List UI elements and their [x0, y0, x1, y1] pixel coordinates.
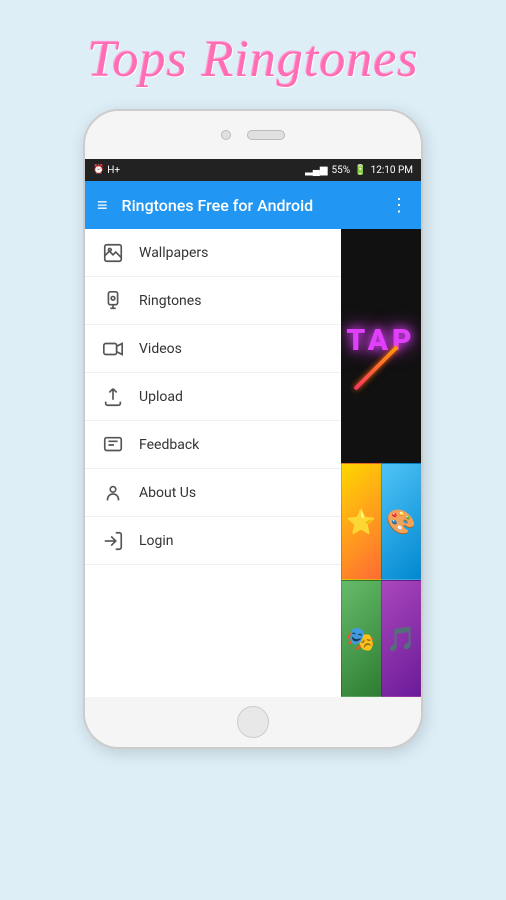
phone-bezel-bottom [85, 697, 421, 747]
app-title: Tops Ringtones [87, 30, 418, 89]
main-content: TAP ⭐ 🎨 🎭 🎵 [341, 229, 421, 697]
content-cell-1: ⭐ [341, 463, 381, 580]
upload-label: Upload [139, 389, 183, 405]
content-cell-3: 🎭 [341, 580, 381, 697]
home-button[interactable] [237, 706, 269, 738]
clock: 12:10 PM [371, 165, 413, 176]
screen-content: Wallpapers Ringtones [85, 229, 421, 697]
phone-speaker [247, 130, 285, 140]
menu-item-videos[interactable]: Videos [85, 325, 341, 373]
feedback-icon [101, 433, 125, 457]
wallpapers-label: Wallpapers [139, 245, 208, 261]
menu-item-wallpapers[interactable]: Wallpapers [85, 229, 341, 277]
toolbar: ≡ Ringtones Free for Android ⋮ [85, 181, 421, 229]
upload-icon [101, 385, 125, 409]
content-grid: ⭐ 🎨 🎭 🎵 [341, 463, 421, 697]
tap-section: TAP [341, 229, 421, 463]
ringtones-icon [101, 289, 125, 313]
status-bar: ⏰ H+ ▂▄▆ 55% 🔋 12:10 PM [85, 159, 421, 181]
hamburger-menu-icon[interactable]: ≡ [97, 195, 108, 216]
battery-level: 55% [332, 165, 351, 176]
content-cell-4: 🎵 [381, 580, 421, 697]
alarm-icon: ⏰ [93, 165, 104, 175]
overflow-menu-icon[interactable]: ⋮ [390, 195, 409, 216]
hplus-indicator: H+ [107, 165, 120, 176]
phone-bezel-top [85, 111, 421, 159]
menu-item-upload[interactable]: Upload [85, 373, 341, 421]
ringtones-label: Ringtones [139, 293, 201, 309]
videos-label: Videos [139, 341, 182, 357]
login-label: Login [139, 533, 174, 549]
tap-text: TAP [346, 323, 415, 358]
content-cell-2: 🎨 [381, 463, 421, 580]
phone-camera [221, 130, 231, 140]
videos-icon [101, 337, 125, 361]
menu-item-login[interactable]: Login [85, 517, 341, 565]
about-us-icon [101, 481, 125, 505]
phone-frame: ⏰ H+ ▂▄▆ 55% 🔋 12:10 PM ≡ Ringtones Free… [83, 109, 423, 749]
menu-item-ringtones[interactable]: Ringtones [85, 277, 341, 325]
battery-icon: 🔋 [354, 165, 366, 176]
toolbar-title: Ringtones Free for Android [122, 196, 390, 215]
login-icon [101, 529, 125, 553]
wallpapers-icon [101, 241, 125, 265]
feedback-label: Feedback [139, 437, 199, 453]
menu-item-feedback[interactable]: Feedback [85, 421, 341, 469]
menu-item-about-us[interactable]: About Us [85, 469, 341, 517]
navigation-drawer: Wallpapers Ringtones [85, 229, 341, 697]
about-us-label: About Us [139, 485, 196, 501]
signal-icon: ▂▄▆ [305, 165, 327, 176]
